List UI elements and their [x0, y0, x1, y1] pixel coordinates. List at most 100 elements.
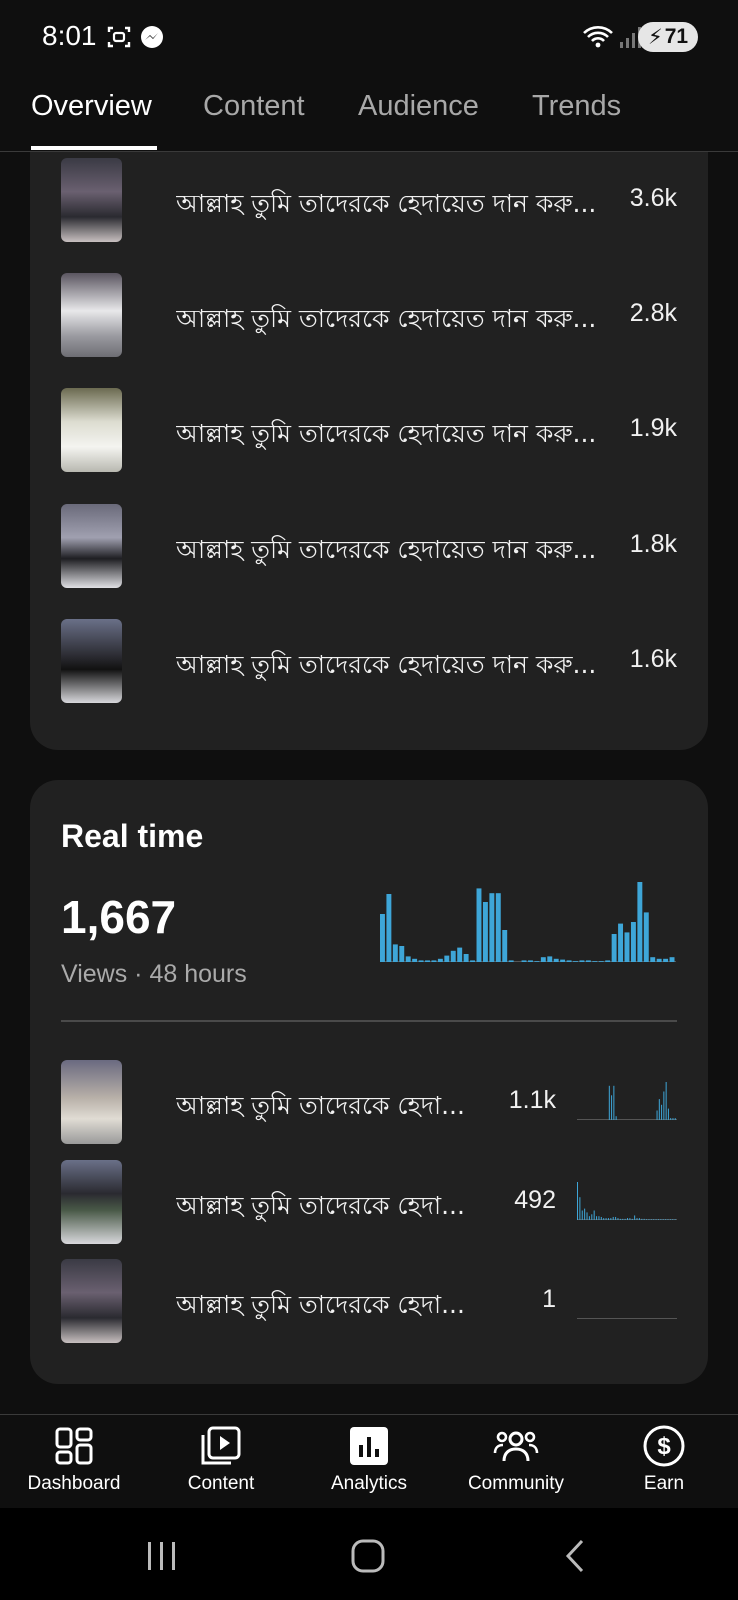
- chart-bar: [662, 1219, 664, 1220]
- nav-earn[interactable]: $ Earn: [590, 1423, 738, 1495]
- video-views: 1.9k: [629, 414, 677, 442]
- nav-label: Community: [467, 1473, 565, 1494]
- battery-level: 71: [664, 25, 689, 48]
- chart-bar: [650, 1219, 652, 1220]
- chart-bar: [470, 960, 476, 962]
- video-title: আল্লাহ তুমি তাদেরকে হেদায়েত দান করু...: [176, 304, 597, 333]
- chart-bar: [658, 1099, 660, 1120]
- chart-bar: [444, 955, 450, 962]
- chart-bar: [661, 1104, 663, 1120]
- chart-bar: [579, 960, 585, 962]
- chart-bar: [431, 960, 437, 962]
- chart-bar: [615, 1116, 617, 1120]
- chart-bar: [386, 894, 392, 962]
- chart-bar: [457, 947, 463, 962]
- chart-bar: [622, 1218, 624, 1220]
- video-thumbnail: [61, 158, 122, 242]
- system-navigation-bar: [0, 1508, 738, 1600]
- chart-bar: [495, 893, 501, 962]
- chart-bar: [463, 954, 469, 962]
- chart-bar: [619, 1218, 621, 1220]
- charging-icon: ⚡: [647, 25, 663, 49]
- chart-bar: [672, 1118, 674, 1120]
- chart-bar: [655, 1219, 657, 1220]
- status-time: 8:01: [42, 20, 97, 51]
- video-thumbnail: [61, 273, 122, 357]
- sparkline: [577, 1318, 677, 1319]
- chart-bar: [665, 1082, 667, 1120]
- chart-bar: [624, 932, 630, 962]
- sparkline: [577, 1082, 677, 1120]
- chart-bar: [425, 960, 430, 962]
- tab-content[interactable]: Content: [203, 90, 305, 123]
- chart-bar: [566, 960, 572, 962]
- realtime-card[interactable]: Real time 1,667 Views · 48 hours আল্লাহ …: [30, 780, 708, 1384]
- nav-community[interactable]: Community: [442, 1423, 590, 1495]
- chart-bar: [669, 1219, 671, 1220]
- home-icon[interactable]: [348, 1536, 388, 1576]
- video-views: 492: [514, 1186, 556, 1214]
- video-thumbnail: [61, 504, 122, 588]
- video-views: 3.6k: [629, 184, 677, 212]
- community-icon: [493, 1431, 539, 1462]
- list-item[interactable]: আল্লাহ তুমি তাদেরকে হেদায়েত দান করু... …: [61, 273, 677, 357]
- chart-bar: [585, 960, 591, 962]
- chart-bar: [650, 957, 656, 962]
- chart-bar: [593, 1210, 595, 1220]
- list-item[interactable]: আল্লাহ তুমি তাদেরকে হেদা... 1: [61, 1259, 677, 1343]
- chart-bar: [489, 893, 495, 962]
- video-title: আল্লাহ তুমি তাদেরকে হেদায়েত দান করু...: [176, 650, 597, 679]
- list-item[interactable]: আল্লাহ তুমি তাদেরকে হেদায়েত দান করু... …: [61, 619, 677, 703]
- list-item[interactable]: আল্লাহ তুমি তাদেরকে হেদায়েত দান করু... …: [61, 158, 677, 242]
- chart-bar: [634, 1215, 636, 1220]
- list-item[interactable]: আল্লাহ তুমি তাদেরকে হেদায়েত দান করু... …: [61, 388, 677, 472]
- nav-label: Content: [187, 1473, 255, 1494]
- chart-bar: [630, 922, 636, 962]
- back-icon[interactable]: [556, 1536, 596, 1576]
- chart-bar: [672, 1219, 674, 1220]
- chart-bar: [667, 1108, 669, 1120]
- chart-bar: [612, 1216, 614, 1220]
- nav-content[interactable]: Content: [147, 1423, 295, 1495]
- chart-bar: [643, 912, 649, 962]
- chart-bar: [637, 882, 643, 962]
- content-icon: [201, 1426, 241, 1465]
- chart-bar: [657, 1219, 659, 1220]
- video-thumbnail: [61, 1060, 122, 1144]
- list-item[interactable]: আল্লাহ তুমি তাদেরকে হেদা... 492: [61, 1160, 677, 1244]
- list-item[interactable]: আল্লাহ তুমি তাদেরকে হেদা... 1.1k: [61, 1060, 677, 1144]
- chart-bar: [534, 961, 540, 962]
- list-item[interactable]: আল্লাহ তুমি তাদেরকে হেদায়েত দান করু... …: [61, 504, 677, 588]
- chart-bar: [476, 888, 482, 962]
- recent-apps-icon[interactable]: [142, 1536, 182, 1576]
- video-title: আল্লাহ তুমি তাদেরকে হেদায়েত দান করু...: [176, 535, 597, 564]
- divider: [61, 1020, 677, 1022]
- video-thumbnail: [61, 1160, 122, 1244]
- chart-bar: [418, 960, 424, 962]
- top-content-card: আল্লাহ তুমি তাদেরকে হেদায়েত দান করু... …: [30, 120, 708, 750]
- chart-bar: [624, 1218, 626, 1220]
- chart-bar: [577, 1182, 578, 1220]
- tab-trends[interactable]: Trends: [532, 90, 621, 123]
- dashboard-icon: [55, 1427, 93, 1465]
- nav-dashboard[interactable]: Dashboard: [0, 1423, 148, 1495]
- tab-audience[interactable]: Audience: [358, 90, 479, 123]
- chart-bar: [631, 1218, 633, 1220]
- status-bar: 8:01 ⚡ 71: [0, 0, 738, 76]
- tab-overview[interactable]: Overview: [31, 90, 152, 123]
- chart-bar: [598, 1216, 600, 1220]
- screenshot-icon: [107, 26, 131, 48]
- video-views: 2.8k: [629, 299, 677, 327]
- video-views: 1.6k: [629, 645, 677, 673]
- active-tab-indicator: [31, 146, 157, 150]
- chart-bar: [663, 958, 669, 962]
- realtime-subtitle: Views · 48 hours: [61, 960, 247, 988]
- video-views: 1: [542, 1285, 556, 1313]
- chart-bar: [618, 923, 624, 962]
- messenger-icon: [141, 26, 163, 48]
- nav-analytics[interactable]: Analytics: [295, 1423, 443, 1495]
- chart-bar: [605, 1218, 607, 1220]
- video-views: 1.1k: [508, 1086, 556, 1114]
- chart-bar: [579, 1197, 581, 1220]
- battery-indicator: ⚡ 71: [638, 22, 698, 52]
